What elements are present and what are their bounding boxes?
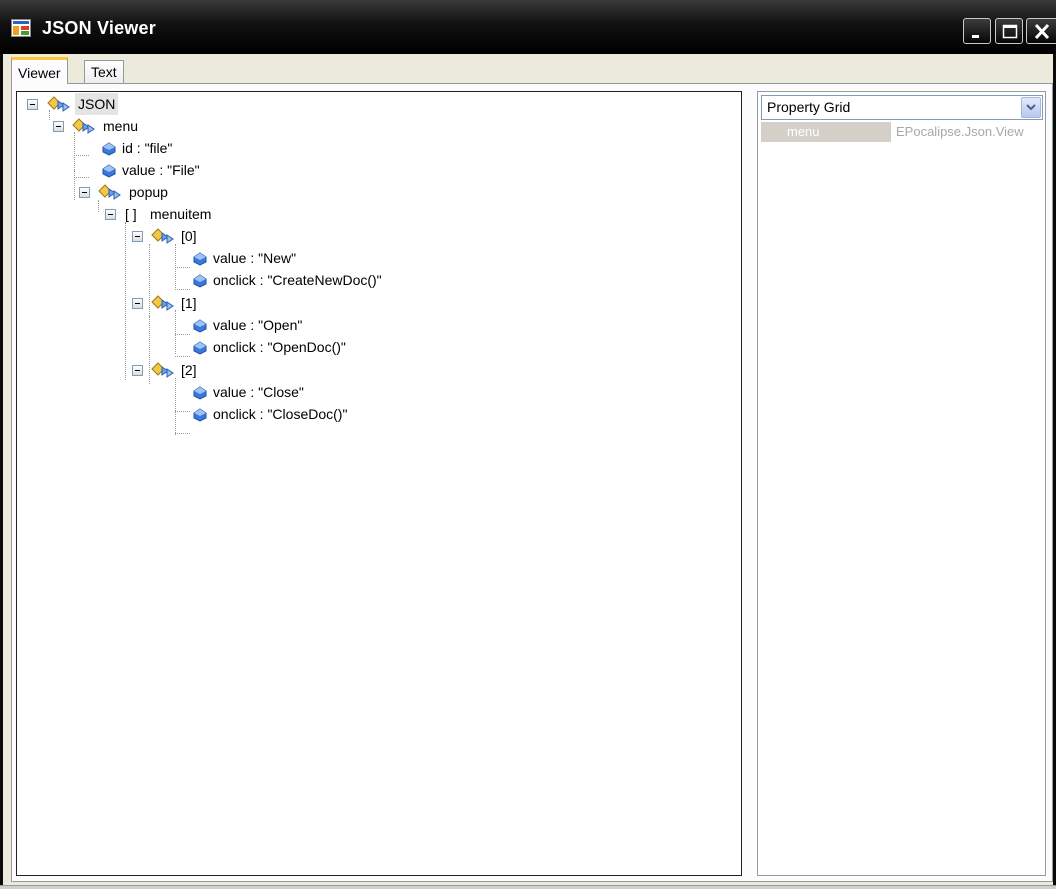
property-grid-panel: Property Grid menu EPocalipse.Json.View [757, 91, 1046, 876]
tree-node-label: value : "File" [122, 162, 200, 178]
tree-node-label: value : "New" [213, 250, 297, 266]
tree-node-label: menuitem [150, 206, 212, 222]
close-button[interactable] [1026, 18, 1056, 44]
minimize-icon [972, 35, 979, 38]
object-node-icon [151, 228, 174, 244]
value-node-icon [193, 408, 207, 422]
tree-node-item-2[interactable]: [2] [17, 359, 277, 381]
tree-node-value[interactable]: onclick : "CreateNewDoc()" [17, 269, 477, 291]
tree-node-popup[interactable]: popup [17, 181, 277, 203]
value-node-icon [193, 252, 207, 266]
property-grid-row[interactable]: menu EPocalipse.Json.View [761, 122, 1047, 142]
tree-node-label: value : "Close" [213, 384, 304, 400]
tree-node-value[interactable]: value : "Close" [17, 381, 477, 403]
collapse-toggle[interactable] [132, 231, 143, 242]
maximize-icon [1002, 24, 1018, 39]
tree-node-menuitem[interactable]: [ ] menuitem [17, 203, 277, 225]
dropdown-button[interactable] [1021, 97, 1041, 118]
property-name: menu [761, 122, 891, 142]
tree-node-item-1[interactable]: [1] [17, 292, 277, 314]
collapse-toggle[interactable] [132, 298, 143, 309]
tab-strip: Viewer Text [3, 54, 1053, 84]
tree-node-label: menu [103, 118, 139, 134]
tree-node-value[interactable]: onclick : "CloseDoc()" [17, 403, 477, 425]
tree-node-label: onclick : "CloseDoc()" [213, 406, 348, 422]
maximize-button[interactable] [995, 18, 1023, 44]
tree-node-label: onclick : "OpenDoc()" [213, 339, 346, 355]
minimize-button[interactable] [963, 18, 991, 44]
json-tree-view[interactable]: JSON menu id : "file" value: "File" pop… [16, 91, 742, 876]
property-value[interactable]: EPocalipse.Json.View [892, 122, 1048, 142]
chevron-down-icon [1026, 104, 1036, 111]
tree-node-label: [2] [181, 362, 197, 378]
value-node-icon [193, 341, 207, 355]
collapse-toggle[interactable] [53, 121, 64, 132]
tree-node-label: JSON [75, 93, 119, 115]
tree-line [175, 433, 190, 434]
object-node-icon [151, 295, 174, 311]
object-node-icon [98, 184, 121, 200]
collapse-toggle[interactable] [79, 187, 90, 198]
tree-node-label: value : "Open" [213, 317, 303, 333]
window-title: JSON Viewer [42, 18, 156, 38]
app-window-icon [11, 19, 31, 37]
property-grid-selector-value: Property Grid [767, 99, 851, 115]
tree-node-value[interactable]: id : "file" [17, 137, 277, 159]
tree-node-value[interactable]: onclick : "OpenDoc()" [17, 336, 477, 358]
close-icon [1034, 23, 1050, 40]
window-frame-bottom [0, 885, 1056, 889]
value-node-icon [102, 142, 116, 156]
tree-node-label: onclick : "CreateNewDoc()" [213, 272, 382, 288]
tree-node-value[interactable]: value : "New" [17, 247, 477, 269]
collapse-toggle[interactable] [105, 209, 116, 220]
tree-node-menu[interactable]: menu [17, 115, 217, 137]
value-node-icon [193, 274, 207, 288]
value-node-icon [102, 164, 116, 178]
tree-node-label: popup [129, 184, 168, 200]
array-node-icon: [ ] [125, 206, 137, 222]
window-client-area: Viewer Text JSON menu id: "file" value … [3, 54, 1053, 885]
collapse-toggle[interactable] [132, 365, 143, 376]
value-node-icon [193, 386, 207, 400]
title-bar[interactable]: JSON Viewer [0, 0, 1056, 54]
tab-viewer[interactable]: Viewer [11, 57, 68, 84]
tree-node-label: [1] [181, 295, 197, 311]
tree-node-label: id : "file" [122, 140, 173, 156]
tree-node-value[interactable]: value : "Open" [17, 314, 477, 336]
tree-node-item-0[interactable]: [0] [17, 225, 277, 247]
tree-node-json[interactable]: JSON [17, 93, 217, 115]
object-node-icon [47, 96, 70, 112]
collapse-toggle[interactable] [27, 99, 38, 110]
tree-node-value[interactable]: value : "File" [17, 159, 277, 181]
object-node-icon [151, 362, 174, 378]
tab-text[interactable]: Text [84, 60, 124, 84]
object-node-icon [72, 118, 95, 134]
value-node-icon [193, 319, 207, 333]
tree-node-label: [0] [181, 228, 197, 244]
property-grid-selector[interactable]: Property Grid [761, 95, 1043, 120]
